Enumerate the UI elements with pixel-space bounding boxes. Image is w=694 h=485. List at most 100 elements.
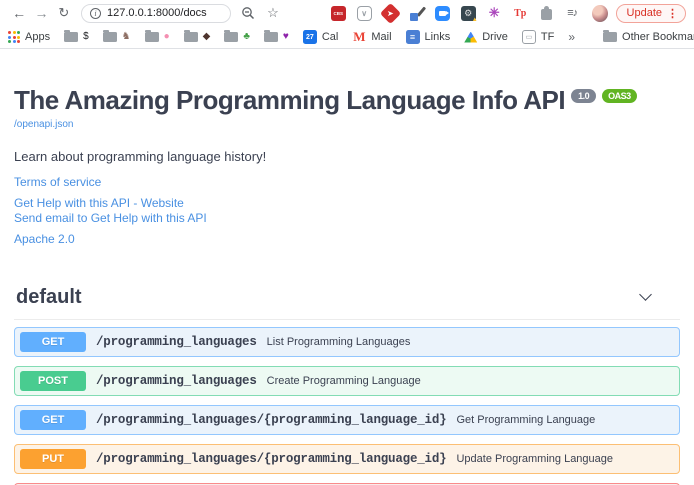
operations-list: GET /programming_languages List Programm… <box>14 327 680 485</box>
operation-row[interactable]: GET /programming_languages/{programming_… <box>14 405 680 435</box>
contact-email-link[interactable]: Send email to Get Help with this API <box>14 211 680 226</box>
cbs-extension-icon[interactable]: CBS <box>331 6 346 21</box>
other-bookmarks-label: Other Bookmarks <box>622 31 694 43</box>
bookmark-calendar[interactable]: 27 Cal <box>303 30 339 44</box>
bookmark-folder[interactable]: ♞ <box>103 32 131 42</box>
method-badge[interactable]: GET <box>20 332 86 352</box>
bookmark-folders: $ ♞ ● ◆ ♣ <box>64 32 289 42</box>
puzzle-glyph <box>541 9 552 20</box>
url-text[interactable]: 127.0.0.1:8000/docs <box>107 7 207 19</box>
folder-icon <box>64 32 78 42</box>
bookmark-folder[interactable]: ◆ <box>184 32 211 42</box>
folder-icon <box>103 32 117 42</box>
zoom-out-icon[interactable] <box>241 6 255 20</box>
tag-section-default[interactable]: default <box>14 286 680 320</box>
operation-path: /programming_languages/{programming_lang… <box>96 452 446 466</box>
calendar-label: Cal <box>322 31 339 43</box>
update-label: Update <box>627 7 662 19</box>
bookmarks-bar: Apps $ ♞ ● <box>0 26 694 49</box>
other-bookmarks[interactable]: Other Bookmarks <box>603 31 694 43</box>
links-icon: ≡ <box>406 30 420 44</box>
site-info-icon[interactable]: i <box>90 8 101 19</box>
more-menu-icon[interactable]: ⋮ <box>667 7 678 20</box>
apps-shortcut[interactable]: Apps <box>8 31 50 43</box>
api-description: Learn about programming language history… <box>14 149 680 164</box>
address-bar[interactable]: i 127.0.0.1:8000/docs <box>81 4 231 23</box>
operation-summary: Get Programming Language <box>456 414 595 426</box>
operation-summary: Create Programming Language <box>267 375 421 387</box>
pocket-extension-icon[interactable]: ∨ <box>357 6 372 21</box>
folder-icon <box>264 32 278 42</box>
color-square-glyph <box>410 13 418 21</box>
folder-icon <box>603 32 617 42</box>
links-label: Links <box>425 31 451 43</box>
reload-icon[interactable]: ↻ <box>53 5 75 21</box>
tp-extension-icon[interactable]: Tp <box>513 6 528 21</box>
tf-label: TF <box>541 31 554 43</box>
license-link[interactable]: Apache 2.0 <box>14 232 680 247</box>
openapi-json-link[interactable]: /openapi.json <box>14 119 680 130</box>
page-title: The Amazing Programming Language Info AP… <box>14 85 680 116</box>
folder-emoji: ♥ <box>283 32 289 42</box>
media-playlist-icon[interactable]: ≡♪ <box>565 6 580 21</box>
version-badge: 1.0 <box>571 89 596 103</box>
operation-row[interactable]: POST /programming_languages Create Progr… <box>14 366 680 396</box>
operation-summary: List Programming Languages <box>267 336 411 348</box>
bookmark-tf[interactable]: ▭ TF <box>522 30 554 44</box>
tf-icon: ▭ <box>522 30 536 44</box>
calendar-icon: 27 <box>303 30 317 44</box>
operation-path: /programming_languages/{programming_lang… <box>96 413 446 427</box>
zoom-app-extension-icon[interactable] <box>435 6 450 21</box>
section-title: default <box>16 286 82 309</box>
camera-glyph <box>439 11 446 16</box>
operation-row[interactable]: PUT /programming_languages/{programming_… <box>14 444 680 474</box>
gmail-icon: M <box>352 30 366 44</box>
terms-of-service-link[interactable]: Terms of service <box>14 175 680 190</box>
method-badge[interactable]: PUT <box>20 449 86 469</box>
bookmark-folder[interactable]: ♣ <box>224 32 250 42</box>
folder-emoji: ● <box>164 32 170 42</box>
method-badge[interactable]: POST <box>20 371 86 391</box>
swagger-ui: The Amazing Programming Language Info AP… <box>0 85 694 485</box>
blocker-extension-icon[interactable]: ⚙▲ <box>461 6 476 21</box>
folder-emoji: $ <box>83 32 89 42</box>
bookmark-folder[interactable]: ● <box>145 32 170 42</box>
bookmark-drive[interactable]: Drive <box>464 31 508 43</box>
operation-path: /programming_languages <box>96 335 257 349</box>
flower-extension-icon[interactable]: ✳ <box>487 6 502 21</box>
warning-glyph: ▲ <box>472 17 478 23</box>
browser-window: ← → ↻ i 127.0.0.1:8000/docs ☆ CBS ∨ ➤ ⚙▲… <box>0 0 694 485</box>
folder-icon <box>224 32 238 42</box>
operation-row[interactable]: GET /programming_languages List Programm… <box>14 327 680 357</box>
method-badge[interactable]: GET <box>20 410 86 430</box>
oas3-badge: OAS3 <box>602 89 637 103</box>
send-arrow-extension-icon[interactable]: ➤ <box>380 2 401 23</box>
chevron-down-icon[interactable] <box>639 288 652 301</box>
send-arrow-glyph: ➤ <box>387 8 394 17</box>
extensions-row: CBS ∨ ➤ ⚙▲ ✳ Tp ≡♪ <box>331 6 580 21</box>
operation-path: /programming_languages <box>96 374 257 388</box>
forward-icon[interactable]: → <box>30 5 52 21</box>
apps-grid-icon <box>8 31 20 43</box>
back-icon[interactable]: ← <box>8 5 30 21</box>
drive-icon <box>464 32 477 43</box>
bookmark-links[interactable]: ≡ Links <box>406 30 451 44</box>
bookmark-folder[interactable]: $ <box>64 32 89 42</box>
bookmark-star-icon[interactable]: ☆ <box>267 5 279 21</box>
color-picker-extension-icon[interactable] <box>409 6 424 21</box>
bookmarks-overflow-chevron[interactable]: » <box>568 30 575 44</box>
contact-website-link[interactable]: Get Help with this API - Website <box>14 196 680 211</box>
bookmark-mail[interactable]: M Mail <box>352 30 391 44</box>
folder-emoji: ♣ <box>243 32 250 42</box>
update-button[interactable]: Update ⋮ <box>616 4 686 23</box>
bookmark-folder[interactable]: ♥ <box>264 32 289 42</box>
operation-summary: Update Programming Language <box>456 453 613 465</box>
puzzle-extensions-icon[interactable] <box>539 6 554 21</box>
api-title-text: The Amazing Programming Language Info AP… <box>14 85 565 115</box>
folder-icon <box>145 32 159 42</box>
eyedropper-glyph <box>417 6 426 16</box>
profile-avatar[interactable] <box>592 5 608 22</box>
mail-label: Mail <box>371 31 391 43</box>
folder-emoji: ♞ <box>122 32 131 42</box>
folder-icon <box>184 32 198 42</box>
